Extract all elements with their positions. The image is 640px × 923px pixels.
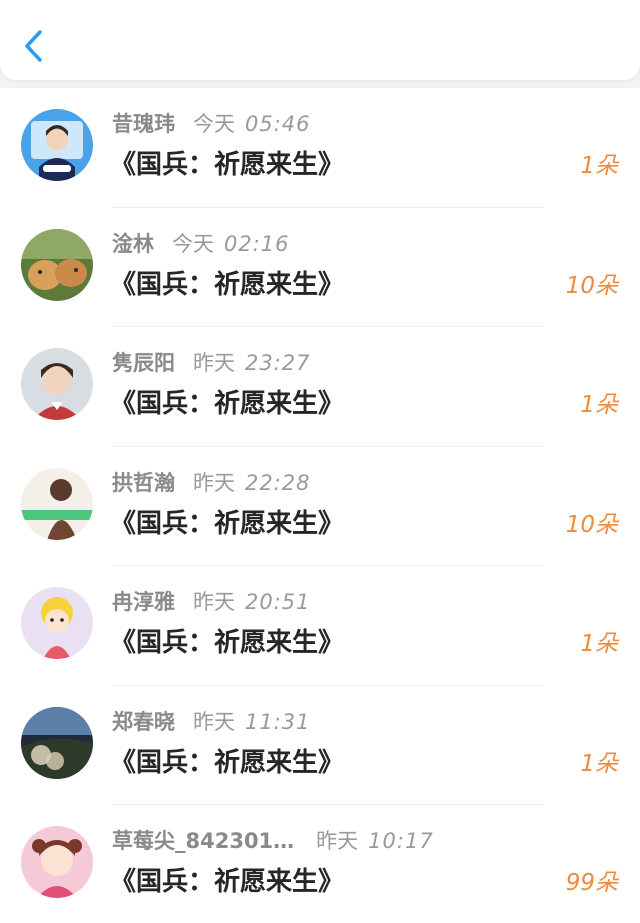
avatar[interactable] [21,109,93,181]
avatar[interactable] [21,706,93,779]
record-time: 10:17 [368,829,434,853]
back-button[interactable] [14,24,54,68]
record-day: 昨天 [193,351,235,375]
flower-count: 1朵 [580,631,618,657]
record-day: 昨天 [193,590,235,614]
book-title: 《国兵：祈愿来生》 [110,628,345,658]
book-title: 《国兵：祈愿来生》 [110,269,345,300]
avatar[interactable] [21,467,93,540]
record-meta: 拱哲瀚 昨天 22:28 [112,467,522,497]
flower-count: 10朵 [565,511,618,538]
list-item[interactable]: 冉淳雅 昨天 20:51 《国兵：祈愿来生》 1朵 [0,566,640,686]
sender-name: 郑春晓 [112,709,175,734]
record-time: 20:51 [245,590,311,614]
list-item[interactable]: 草莓尖_842301… 昨天 10:17 《国兵：祈愿来生》 99朵 [0,805,640,923]
record-meta: 昔瑰玮 今天 05:46 [112,108,522,138]
record-meta: 隽辰阳 昨天 23:27 [112,347,522,377]
list-item[interactable]: 拱哲瀚 昨天 22:28 《国兵：祈愿来生》 10朵 [0,447,640,567]
record-time: 02:16 [224,231,290,256]
record-day: 昨天 [193,709,235,734]
flower-count: 1朵 [580,153,618,179]
list-item[interactable]: 淦林 今天 02:16 《国兵：祈愿来生》 10朵 [0,208,640,328]
avatar[interactable] [21,228,93,301]
avatar[interactable] [21,826,93,898]
record-time: 11:31 [245,709,311,734]
avatar[interactable] [21,587,93,659]
flower-count: 10朵 [565,272,618,299]
flower-count: 1朵 [580,392,618,418]
book-title: 《国兵：祈愿来生》 [110,867,345,897]
list-item[interactable]: 郑春晓 昨天 11:31 《国兵：祈愿来生》 1朵 [0,686,640,806]
record-meta: 冉淳雅 昨天 20:51 [112,586,522,616]
sender-name: 淦林 [112,231,154,256]
sender-name: 冉淳雅 [112,590,175,614]
record-time: 22:28 [245,470,311,495]
sender-name: 昔瑰玮 [112,112,175,136]
gift-record-list: 昔瑰玮 今天 05:46 《国兵：祈愿来生》 1朵 淦林 今天 02:16 《国兵：祈愿… [0,88,640,923]
sender-name: 拱哲瀚 [112,470,175,495]
avatar[interactable] [21,348,93,420]
sender-name: 隽辰阳 [112,351,175,375]
chevron-left-icon [25,30,42,62]
record-day: 昨天 [316,829,359,853]
record-day: 今天 [193,112,235,136]
record-meta: 淦林 今天 02:16 [112,228,522,258]
record-meta: 郑春晓 昨天 11:31 [112,706,522,736]
record-time: 23:27 [245,351,311,375]
sender-name: 草莓尖_842301… [112,829,295,853]
record-time: 05:46 [245,112,311,136]
top-bar [0,0,640,80]
book-title: 《国兵：祈愿来生》 [110,389,345,419]
book-title: 《国兵：祈愿来生》 [110,508,345,539]
record-day: 今天 [172,231,214,256]
book-title: 《国兵：祈愿来生》 [110,747,345,778]
flower-count: 99朵 [565,870,618,896]
flower-count: 1朵 [580,750,618,777]
book-title: 《国兵：祈愿来生》 [110,150,345,180]
record-day: 昨天 [193,470,235,495]
list-item[interactable]: 隽辰阳 昨天 23:27 《国兵：祈愿来生》 1朵 [0,327,640,447]
record-meta: 草莓尖_842301… 昨天 10:17 [112,825,522,855]
list-item[interactable]: 昔瑰玮 今天 05:46 《国兵：祈愿来生》 1朵 [0,88,640,208]
